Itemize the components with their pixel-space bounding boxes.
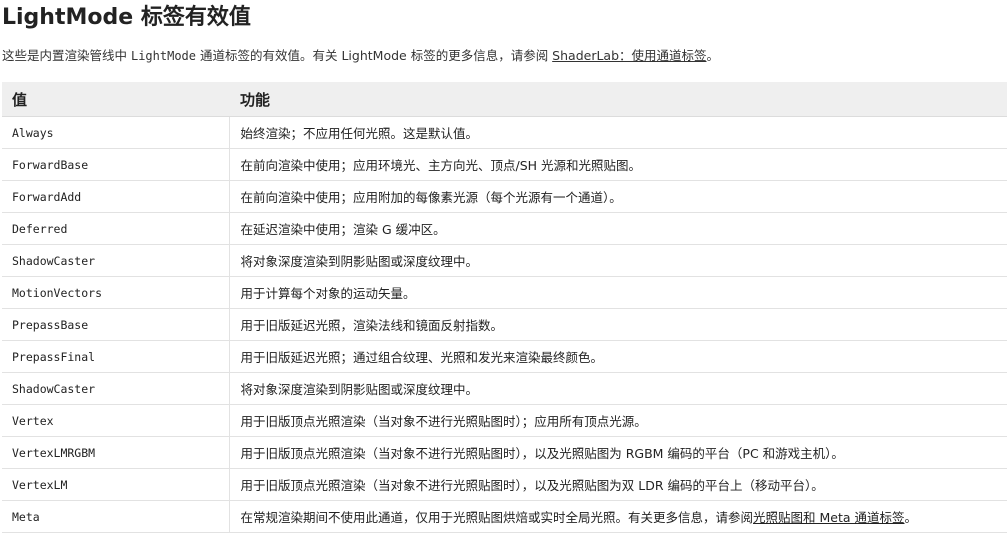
intro-suffix: 。 [706, 48, 720, 63]
row-value: PrepassBase [2, 308, 230, 341]
row-description: 用于旧版顶点光照渲染（当对象不进行光照贴图时）；应用所有顶点光源。 [229, 404, 1007, 437]
row-value: VertexLM [2, 468, 230, 501]
column-header-value: 值 [2, 82, 229, 117]
table-row: MotionVectors 用于计算每个对象的运动矢量。 [2, 276, 1007, 309]
row-description: 用于计算每个对象的运动矢量。 [229, 276, 1007, 309]
table-row: PrepassFinal 用于旧版延迟光照；通过组合纹理、光照和发光来渲染最终颜… [2, 340, 1007, 373]
row-value: PrepassFinal [2, 340, 230, 373]
row-description: 用于旧版延迟光照；通过组合纹理、光照和发光来渲染最终颜色。 [229, 340, 1007, 373]
row-description: 在常规渲染期间不使用此通道，仅用于光照贴图烘焙或实时全局光照。有关更多信息，请参… [229, 500, 1007, 533]
row-description: 在前向渲染中使用；应用附加的每像素光源（每个光源有一个通道）。 [229, 180, 1007, 213]
row-value: ForwardAdd [2, 180, 230, 213]
table-row: Deferred 在延迟渲染中使用；渲染 G 缓冲区。 [2, 212, 1007, 245]
table-row: Vertex 用于旧版顶点光照渲染（当对象不进行光照贴图时）；应用所有顶点光源。 [2, 404, 1007, 437]
table-header-row: 值 功能 [2, 82, 1007, 117]
table-row: VertexLM 用于旧版顶点光照渲染（当对象不进行光照贴图时），以及光照贴图为… [2, 468, 1007, 501]
intro-code: LightMode [130, 49, 197, 63]
row-value: Deferred [2, 212, 230, 245]
row-description: 始终渲染；不应用任何光照。这是默认值。 [229, 116, 1007, 149]
row-value: MotionVectors [2, 276, 230, 309]
row-value: Always [2, 116, 230, 149]
shaderlab-pass-tags-link[interactable]: ShaderLab：使用通道标签 [552, 48, 706, 63]
intro-middle: 通道标签的有效值。有关 LightMode 标签的更多信息，请参阅 [196, 48, 553, 63]
row-value: ShadowCaster [2, 244, 230, 277]
lightmode-values-table: 值 功能 Always 始终渲染；不应用任何光照。这是默认值。 ForwardB… [2, 82, 1007, 533]
row-description: 用于旧版延迟光照，渲染法线和镜面反射指数。 [229, 308, 1007, 341]
row-description: 用于旧版顶点光照渲染（当对象不进行光照贴图时），以及光照贴图为 RGBM 编码的… [229, 436, 1007, 469]
row-value: ShadowCaster [2, 372, 230, 405]
intro-prefix: 这些是内置渲染管线中 [2, 48, 131, 63]
intro-paragraph: 这些是内置渲染管线中 LightMode 通道标签的有效值。有关 LightMo… [2, 46, 719, 66]
row-description: 将对象深度渲染到阴影贴图或深度纹理中。 [229, 372, 1007, 405]
table-row: Always 始终渲染；不应用任何光照。这是默认值。 [2, 116, 1007, 149]
table-row: ShadowCaster 将对象深度渲染到阴影贴图或深度纹理中。 [2, 244, 1007, 277]
page-title: LightMode 标签有效值 [2, 5, 251, 30]
meta-desc-prefix: 在常规渲染期间不使用此通道，仅用于光照贴图烘焙或实时全局光照。有关更多信息，请参… [240, 510, 754, 525]
column-header-function: 功能 [229, 82, 1007, 117]
row-value: VertexLMRGBM [2, 436, 230, 469]
row-value: ForwardBase [2, 148, 230, 181]
meta-desc-suffix: 。 [904, 510, 918, 525]
table-row: ForwardAdd 在前向渲染中使用；应用附加的每像素光源（每个光源有一个通道… [2, 180, 1007, 213]
row-value: Meta [2, 500, 230, 533]
lightmap-meta-pass-link[interactable]: 光照贴图和 Meta 通道标签 [753, 510, 904, 525]
row-description: 在延迟渲染中使用；渲染 G 缓冲区。 [229, 212, 1007, 245]
documentation-page: LightMode 标签有效值 这些是内置渲染管线中 LightMode 通道标… [0, 0, 1007, 544]
table-row: ShadowCaster 将对象深度渲染到阴影贴图或深度纹理中。 [2, 372, 1007, 405]
table-row: ForwardBase 在前向渲染中使用；应用环境光、主方向光、顶点/SH 光源… [2, 148, 1007, 181]
table-row-meta: Meta 在常规渲染期间不使用此通道，仅用于光照贴图烘焙或实时全局光照。有关更多… [2, 500, 1007, 533]
table-row: VertexLMRGBM 用于旧版顶点光照渲染（当对象不进行光照贴图时），以及光… [2, 436, 1007, 469]
row-description: 在前向渲染中使用；应用环境光、主方向光、顶点/SH 光源和光照贴图。 [229, 148, 1007, 181]
row-description: 将对象深度渲染到阴影贴图或深度纹理中。 [229, 244, 1007, 277]
row-value: Vertex [2, 404, 230, 437]
table-row: PrepassBase 用于旧版延迟光照，渲染法线和镜面反射指数。 [2, 308, 1007, 341]
row-description: 用于旧版顶点光照渲染（当对象不进行光照贴图时），以及光照贴图为双 LDR 编码的… [229, 468, 1007, 501]
